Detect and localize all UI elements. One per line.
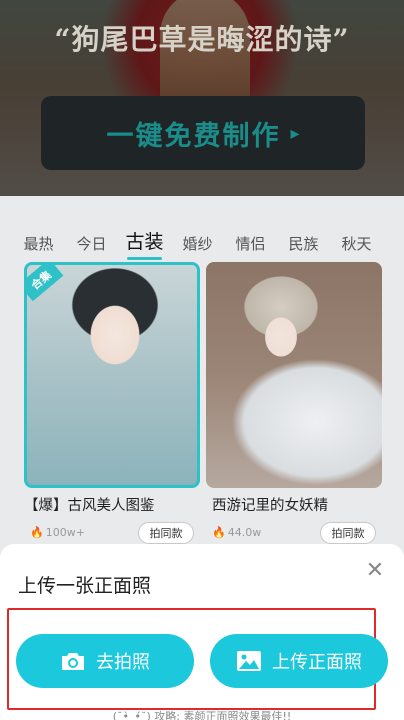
- take-photo-label: 去拍照: [96, 652, 150, 673]
- image-icon: [237, 651, 261, 671]
- template-popularity: 🔥 100w+: [30, 526, 85, 539]
- close-icon[interactable]: ✕: [364, 560, 386, 582]
- tab-ethnic[interactable]: 民族: [277, 233, 330, 262]
- tab-autumn[interactable]: 秋天: [330, 233, 383, 262]
- upload-photo-label: 上传正面照: [272, 652, 362, 673]
- fire-icon: 🔥: [30, 526, 44, 539]
- upload-photo-button[interactable]: 上传正面照: [210, 634, 388, 688]
- popularity-count: 100w+: [45, 526, 85, 539]
- template-card[interactable]: 合集 【爆】古风美人图鉴 🔥 100w+ 拍同款: [24, 262, 200, 552]
- template-thumbnail[interactable]: 合集: [24, 262, 200, 488]
- template-title: 【爆】古风美人图鉴: [24, 498, 155, 514]
- chevron-right-icon: ▸: [290, 122, 300, 144]
- fire-icon: 🔥: [212, 526, 226, 539]
- tab-couple[interactable]: 情侣: [224, 233, 277, 262]
- tab-wedding[interactable]: 婚纱: [171, 233, 224, 262]
- sheet-title: 上传一张正面照: [18, 575, 152, 597]
- hero-title: “狗尾巴草是晦涩的诗”: [54, 23, 350, 56]
- collection-badge: 合集: [27, 265, 64, 302]
- take-photo-button[interactable]: 去拍照: [16, 634, 194, 688]
- make-free-button[interactable]: 一键免费制作 ▸: [41, 96, 365, 170]
- template-title: 西游记里的女妖精: [212, 498, 328, 514]
- tab-hottest[interactable]: 最热: [12, 233, 65, 262]
- tab-today[interactable]: 今日: [65, 233, 118, 262]
- shoot-same-button[interactable]: 拍同款: [320, 522, 376, 544]
- upload-bottom-sheet: 上传一张正面照 ✕ 去拍照 上传正面照 (˘•̀_•́˘) 攻略: 素颜正面照效…: [0, 544, 404, 720]
- shoot-same-button[interactable]: 拍同款: [138, 522, 194, 544]
- category-tabs: 最热 今日 古装 婚纱 情侣 民族 秋天: [0, 226, 404, 262]
- camera-icon: [62, 653, 84, 670]
- make-free-label: 一键免费制作: [106, 120, 281, 152]
- template-card[interactable]: 西游记里的女妖精 🔥 44.0w 拍同款: [206, 262, 382, 552]
- tip-text: (˘•̀_•́˘) 攻略: 素颜正面照效果最佳!!: [112, 710, 292, 720]
- template-popularity: 🔥 44.0w: [212, 526, 261, 539]
- tab-ancient-costume[interactable]: 古装: [118, 227, 171, 262]
- popularity-count: 44.0w: [227, 526, 262, 539]
- template-thumbnail[interactable]: [206, 262, 382, 488]
